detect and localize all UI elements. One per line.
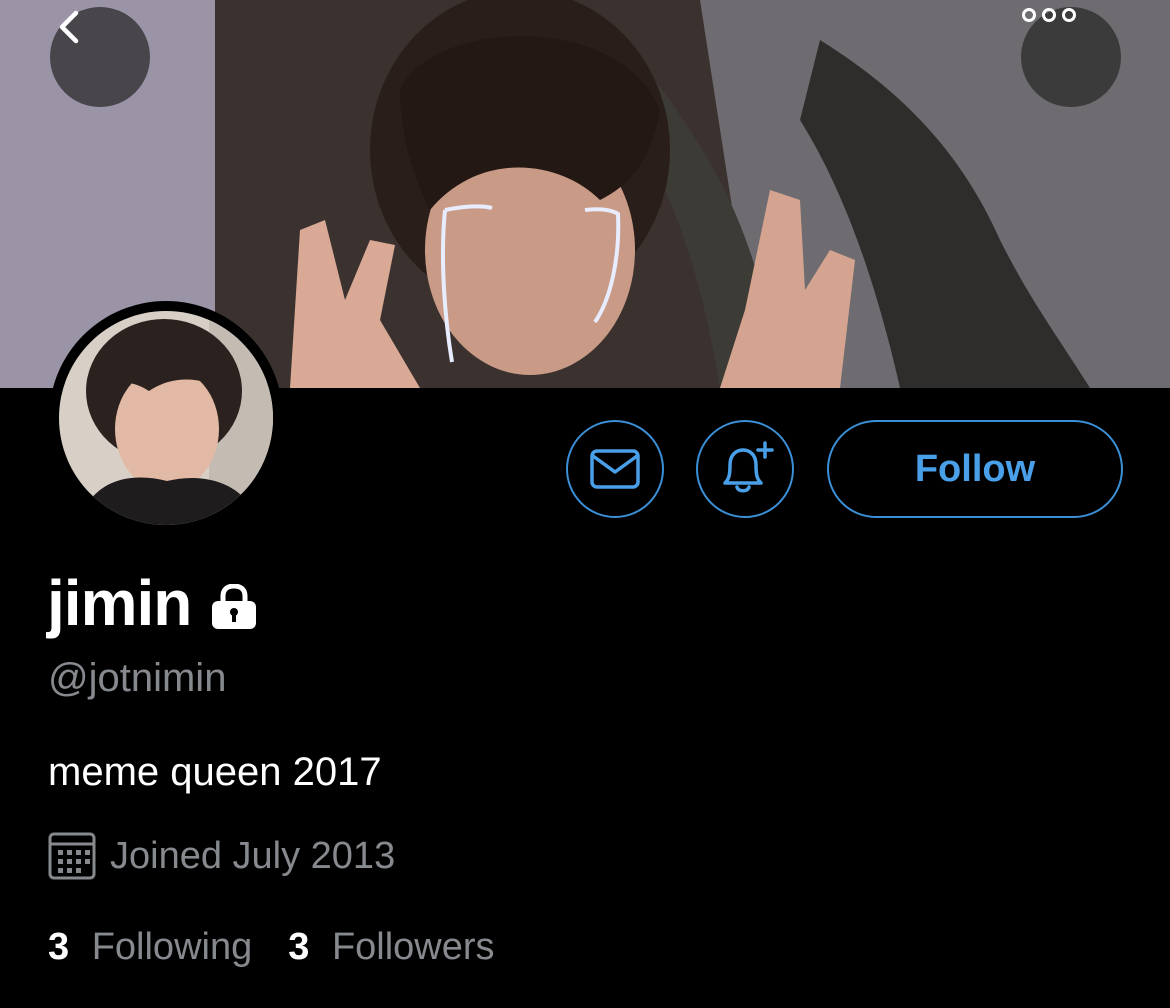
notifications-button[interactable] — [696, 420, 794, 518]
bell-plus-icon — [723, 441, 774, 493]
back-button[interactable] — [50, 7, 150, 107]
calendar-icon — [48, 832, 96, 880]
message-button[interactable] — [566, 420, 664, 518]
joined-date-row: Joined July 2013 — [48, 832, 395, 880]
bio: meme queen 2017 — [48, 750, 382, 794]
user-handle: @jotnimin — [48, 656, 227, 700]
follow-stats: 3 Following 3 Followers — [48, 926, 495, 969]
following-link[interactable]: 3 Following — [48, 926, 252, 969]
joined-date: Joined July 2013 — [110, 834, 396, 877]
more-horizontal-icon — [1022, 8, 1076, 22]
following-label: Following — [91, 926, 253, 968]
name-row: jimin — [47, 566, 259, 640]
display-name: jimin — [47, 567, 192, 639]
avatar-photo — [59, 311, 273, 525]
chevron-left-icon — [59, 10, 79, 44]
followers-link[interactable]: 3 Followers — [288, 926, 494, 969]
mail-icon — [590, 449, 640, 489]
avatar[interactable] — [49, 301, 283, 535]
lock-icon — [212, 584, 257, 629]
follow-button[interactable]: Follow — [827, 420, 1123, 518]
following-count: 3 — [48, 926, 70, 968]
followers-count: 3 — [288, 926, 310, 968]
more-options-button[interactable] — [1021, 7, 1121, 107]
followers-label: Followers — [331, 926, 495, 968]
